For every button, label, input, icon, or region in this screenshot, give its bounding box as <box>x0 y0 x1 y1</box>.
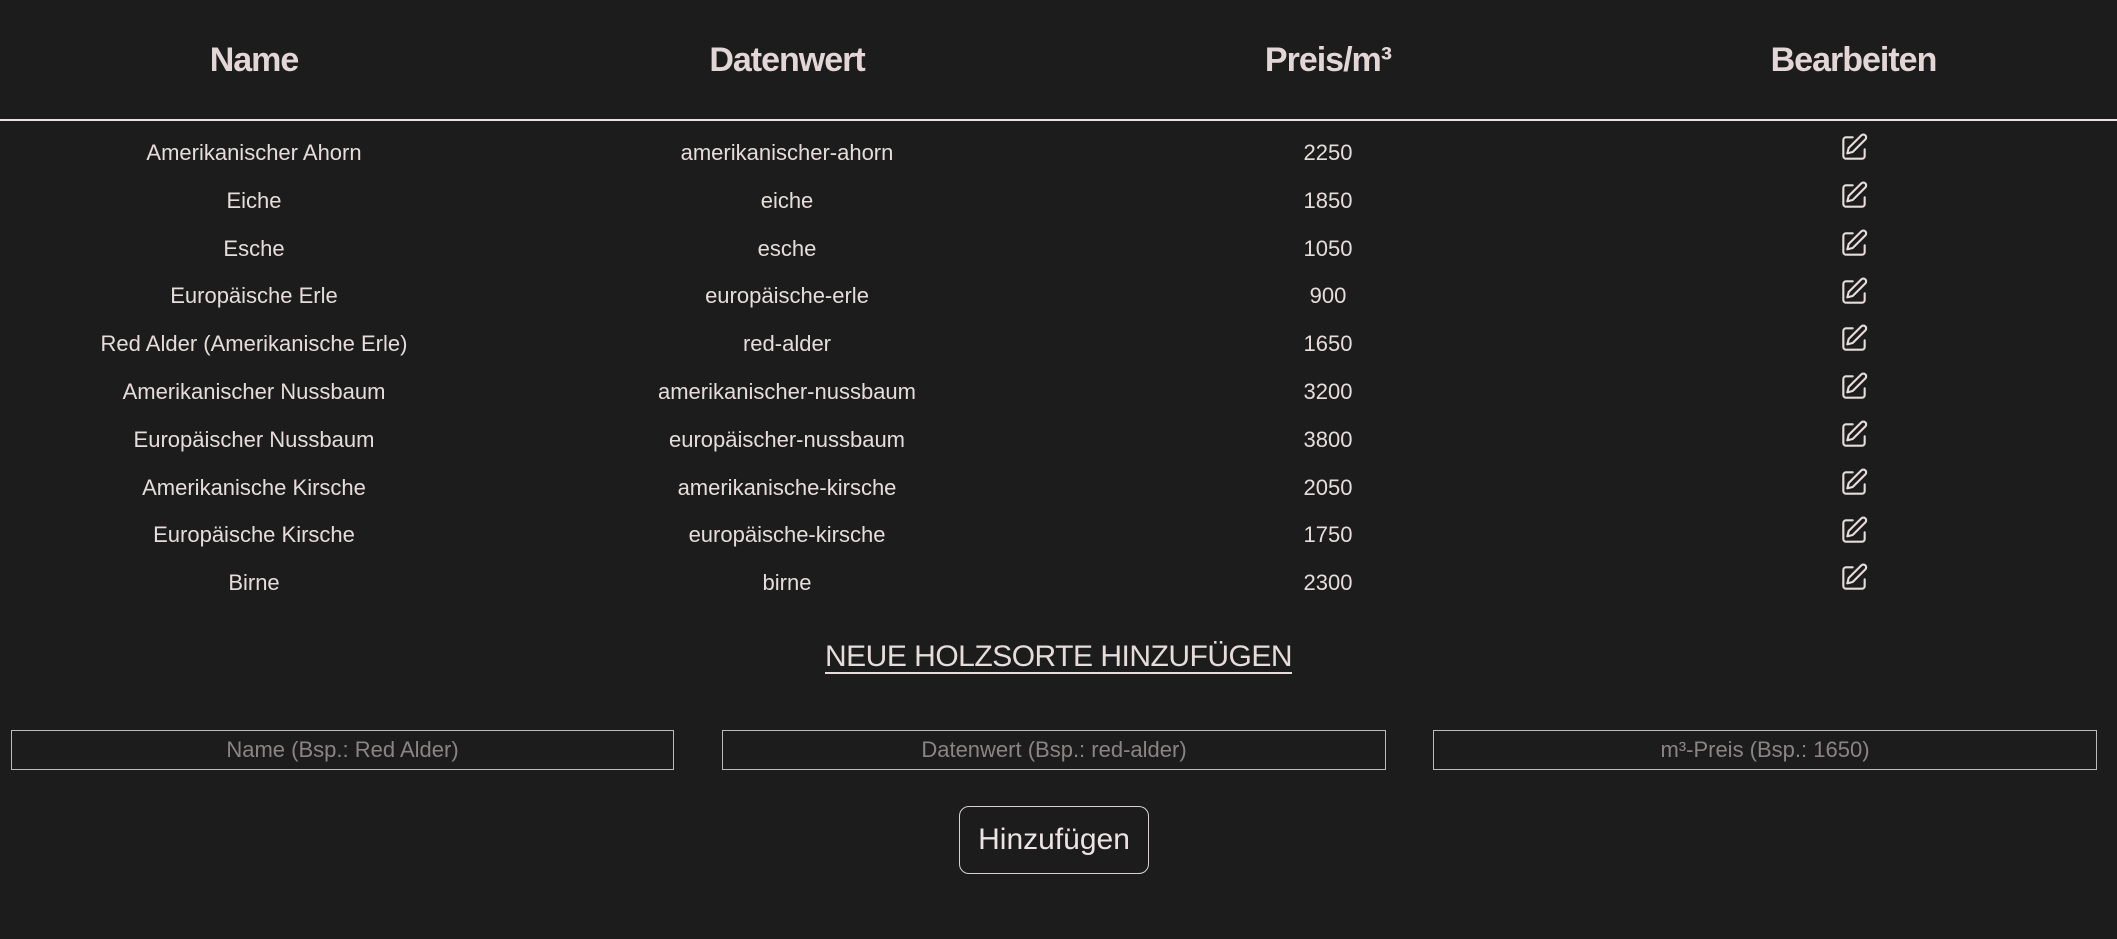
table-header-row: Name Datenwert Preis/m³ Bearbeiten <box>0 40 2117 121</box>
table-body: Amerikanischer Ahorn amerikanischer-ahorn… <box>0 120 2117 607</box>
cell-name: Europäische Erle <box>170 283 338 309</box>
cell-data-value: amerikanische-kirsche <box>677 474 897 500</box>
table-row: Amerikanischer Nussbaum amerikanischer-nu… <box>0 368 2117 416</box>
cell-name: Eiche <box>226 187 282 213</box>
edit-icon[interactable] <box>1838 276 1870 308</box>
column-header-value: Datenwert <box>508 40 1066 121</box>
table-row: Europäische Erle europäische-erle 900 <box>0 272 2117 320</box>
edit-icon[interactable] <box>1838 467 1870 499</box>
edit-icon[interactable] <box>1838 419 1870 451</box>
price-input[interactable] <box>1433 730 2097 770</box>
add-section-heading: NEUE HOLZSORTE HINZUFÜGEN <box>0 640 2117 674</box>
column-header-edit: Bearbeiten <box>1590 40 2117 121</box>
cell-data-value: eiche <box>760 187 814 213</box>
name-input[interactable] <box>11 730 674 770</box>
cell-name: Europäische Kirsche <box>153 522 355 548</box>
cell-data-value: esche <box>757 235 817 261</box>
cell-name: Red Alder (Amerikanische Erle) <box>100 331 408 357</box>
cell-price: 1050 <box>1303 235 1353 261</box>
cell-price: 3800 <box>1303 426 1353 452</box>
cell-edit <box>1590 272 2117 320</box>
cell-edit <box>1590 225 2117 273</box>
cell-name: Esche <box>223 235 285 261</box>
table-row: Red Alder (Amerikanische Erle) red-alder 1… <box>0 320 2117 368</box>
data-value-input[interactable] <box>722 730 1386 770</box>
cell-price: 1850 <box>1303 187 1353 213</box>
add-section-heading-text: NEUE HOLZSORTE HINZUFÜGEN <box>825 640 1293 673</box>
add-form-inputs <box>0 730 2117 770</box>
cell-price: 900 <box>1309 283 1347 309</box>
cell-data-value: birne <box>762 570 812 596</box>
cell-price: 2050 <box>1303 474 1353 500</box>
cell-edit <box>1590 559 2117 607</box>
wood-types-table: Name Datenwert Preis/m³ Bearbeiten Ameri… <box>0 40 2117 607</box>
table-row: Europäische Kirsche europäische-kirsche 17… <box>0 511 2117 559</box>
table-row: Amerikanischer Ahorn amerikanischer-ahorn… <box>0 120 2117 177</box>
table-row: Esche esche 1050 <box>0 225 2117 273</box>
cell-price: 3200 <box>1303 378 1353 404</box>
edit-icon[interactable] <box>1838 562 1870 594</box>
cell-data-value: europäische-kirsche <box>688 522 886 548</box>
column-header-price: Preis/m³ <box>1066 40 1590 121</box>
edit-icon[interactable] <box>1838 132 1870 164</box>
cell-edit <box>1590 416 2117 464</box>
edit-icon[interactable] <box>1838 228 1870 260</box>
table-row: Europäischer Nussbaum europäischer-nussba… <box>0 416 2117 464</box>
table-row: Amerikanische Kirsche amerikanische-kirsc… <box>0 464 2117 512</box>
cell-edit <box>1590 464 2117 512</box>
cell-name: Birne <box>228 570 280 596</box>
cell-name: Europäischer Nussbaum <box>133 426 375 452</box>
cell-data-value: europäischer-nussbaum <box>668 426 906 452</box>
cell-name: Amerikanischer Nussbaum <box>122 378 386 404</box>
cell-edit <box>1590 320 2117 368</box>
wood-types-page: Name Datenwert Preis/m³ Bearbeiten Ameri… <box>0 0 2117 939</box>
cell-price: 2250 <box>1303 140 1353 165</box>
cell-name: Amerikanische Kirsche <box>142 474 366 500</box>
cell-data-value: amerikanischer-ahorn <box>680 140 894 165</box>
cell-price: 1650 <box>1303 331 1353 357</box>
edit-icon[interactable] <box>1838 515 1870 547</box>
edit-icon[interactable] <box>1838 371 1870 403</box>
cell-price: 1750 <box>1303 522 1353 548</box>
cell-edit <box>1590 177 2117 225</box>
table-row: Eiche eiche 1850 <box>0 177 2117 225</box>
table-row: Birne birne 2300 <box>0 559 2117 607</box>
edit-icon[interactable] <box>1838 180 1870 212</box>
cell-edit <box>1590 120 2117 177</box>
cell-data-value: amerikanischer-nussbaum <box>658 378 916 404</box>
cell-price: 2300 <box>1303 570 1353 596</box>
cell-data-value: europäische-erle <box>705 283 869 309</box>
add-button[interactable]: Hinzufügen <box>959 806 1149 874</box>
column-header-name: Name <box>0 40 508 121</box>
cell-edit <box>1590 511 2117 559</box>
cell-edit <box>1590 368 2117 416</box>
edit-icon[interactable] <box>1838 323 1870 355</box>
cell-data-value: red-alder <box>742 331 832 357</box>
cell-name: Amerikanischer Ahorn <box>146 140 362 165</box>
